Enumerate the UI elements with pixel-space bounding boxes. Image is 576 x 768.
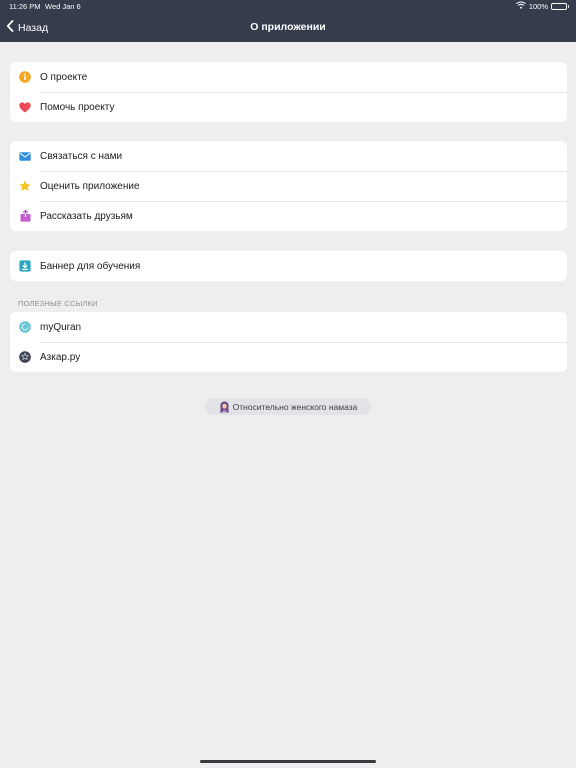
learning-banner-label: Баннер для обучения bbox=[40, 260, 141, 272]
download-icon bbox=[10, 260, 40, 272]
azkar-row[interactable]: Азкар.ру bbox=[10, 342, 567, 372]
status-time: 11:26 PM bbox=[9, 2, 41, 11]
feedback-group: Связаться с нами Оценить приложение Расс… bbox=[10, 141, 567, 231]
help-project-row[interactable]: Помочь проекту bbox=[10, 92, 567, 122]
wifi-icon bbox=[515, 1, 526, 11]
page-title: О приложении bbox=[250, 21, 326, 33]
navigation-bar: 11:26 PM Wed Jan 6 100% Назад О приложен… bbox=[0, 0, 576, 42]
about-group: О проекте Помочь проекту bbox=[10, 62, 567, 122]
status-indicators: 100% bbox=[513, 1, 569, 11]
women-namaz-label: Относительно женского намаза bbox=[232, 401, 358, 412]
tell-friends-label: Рассказать друзьям bbox=[40, 210, 133, 222]
banner-group: Баннер для обучения bbox=[10, 251, 567, 281]
myquran-row[interactable]: myQuran bbox=[10, 312, 567, 342]
rate-app-label: Оценить приложение bbox=[40, 180, 140, 192]
home-indicator[interactable] bbox=[200, 760, 376, 763]
info-icon bbox=[10, 71, 40, 83]
contact-us-row[interactable]: Связаться с нами bbox=[10, 141, 567, 171]
myquran-icon bbox=[10, 321, 40, 333]
battery-icon bbox=[551, 2, 569, 10]
heart-icon bbox=[10, 101, 40, 113]
women-namaz-button[interactable]: Относительно женского намаза bbox=[205, 398, 371, 415]
battery-percentage: 100% bbox=[528, 1, 548, 11]
woman-hijab-icon bbox=[219, 401, 230, 413]
status-date: Wed Jan 6 bbox=[45, 2, 81, 11]
rate-app-row[interactable]: Оценить приложение bbox=[10, 171, 567, 201]
useful-links-header: ПОЛЕЗНЫЕ ССЫЛКИ bbox=[18, 299, 98, 308]
mail-icon bbox=[10, 151, 40, 161]
learning-banner-row[interactable]: Баннер для обучения bbox=[10, 251, 567, 281]
star-icon bbox=[10, 180, 40, 192]
help-project-label: Помочь проекту bbox=[40, 101, 115, 113]
azkar-label: Азкар.ру bbox=[40, 351, 81, 363]
useful-links-group: myQuran Азкар.ру bbox=[10, 312, 567, 372]
contact-us-label: Связаться с нами bbox=[40, 150, 123, 162]
azkar-icon bbox=[10, 351, 40, 363]
about-project-label: О проекте bbox=[40, 71, 88, 83]
tell-friends-row[interactable]: Рассказать друзьям bbox=[10, 201, 567, 231]
share-icon bbox=[10, 210, 40, 222]
about-project-row[interactable]: О проекте bbox=[10, 62, 567, 92]
myquran-label: myQuran bbox=[40, 321, 82, 333]
